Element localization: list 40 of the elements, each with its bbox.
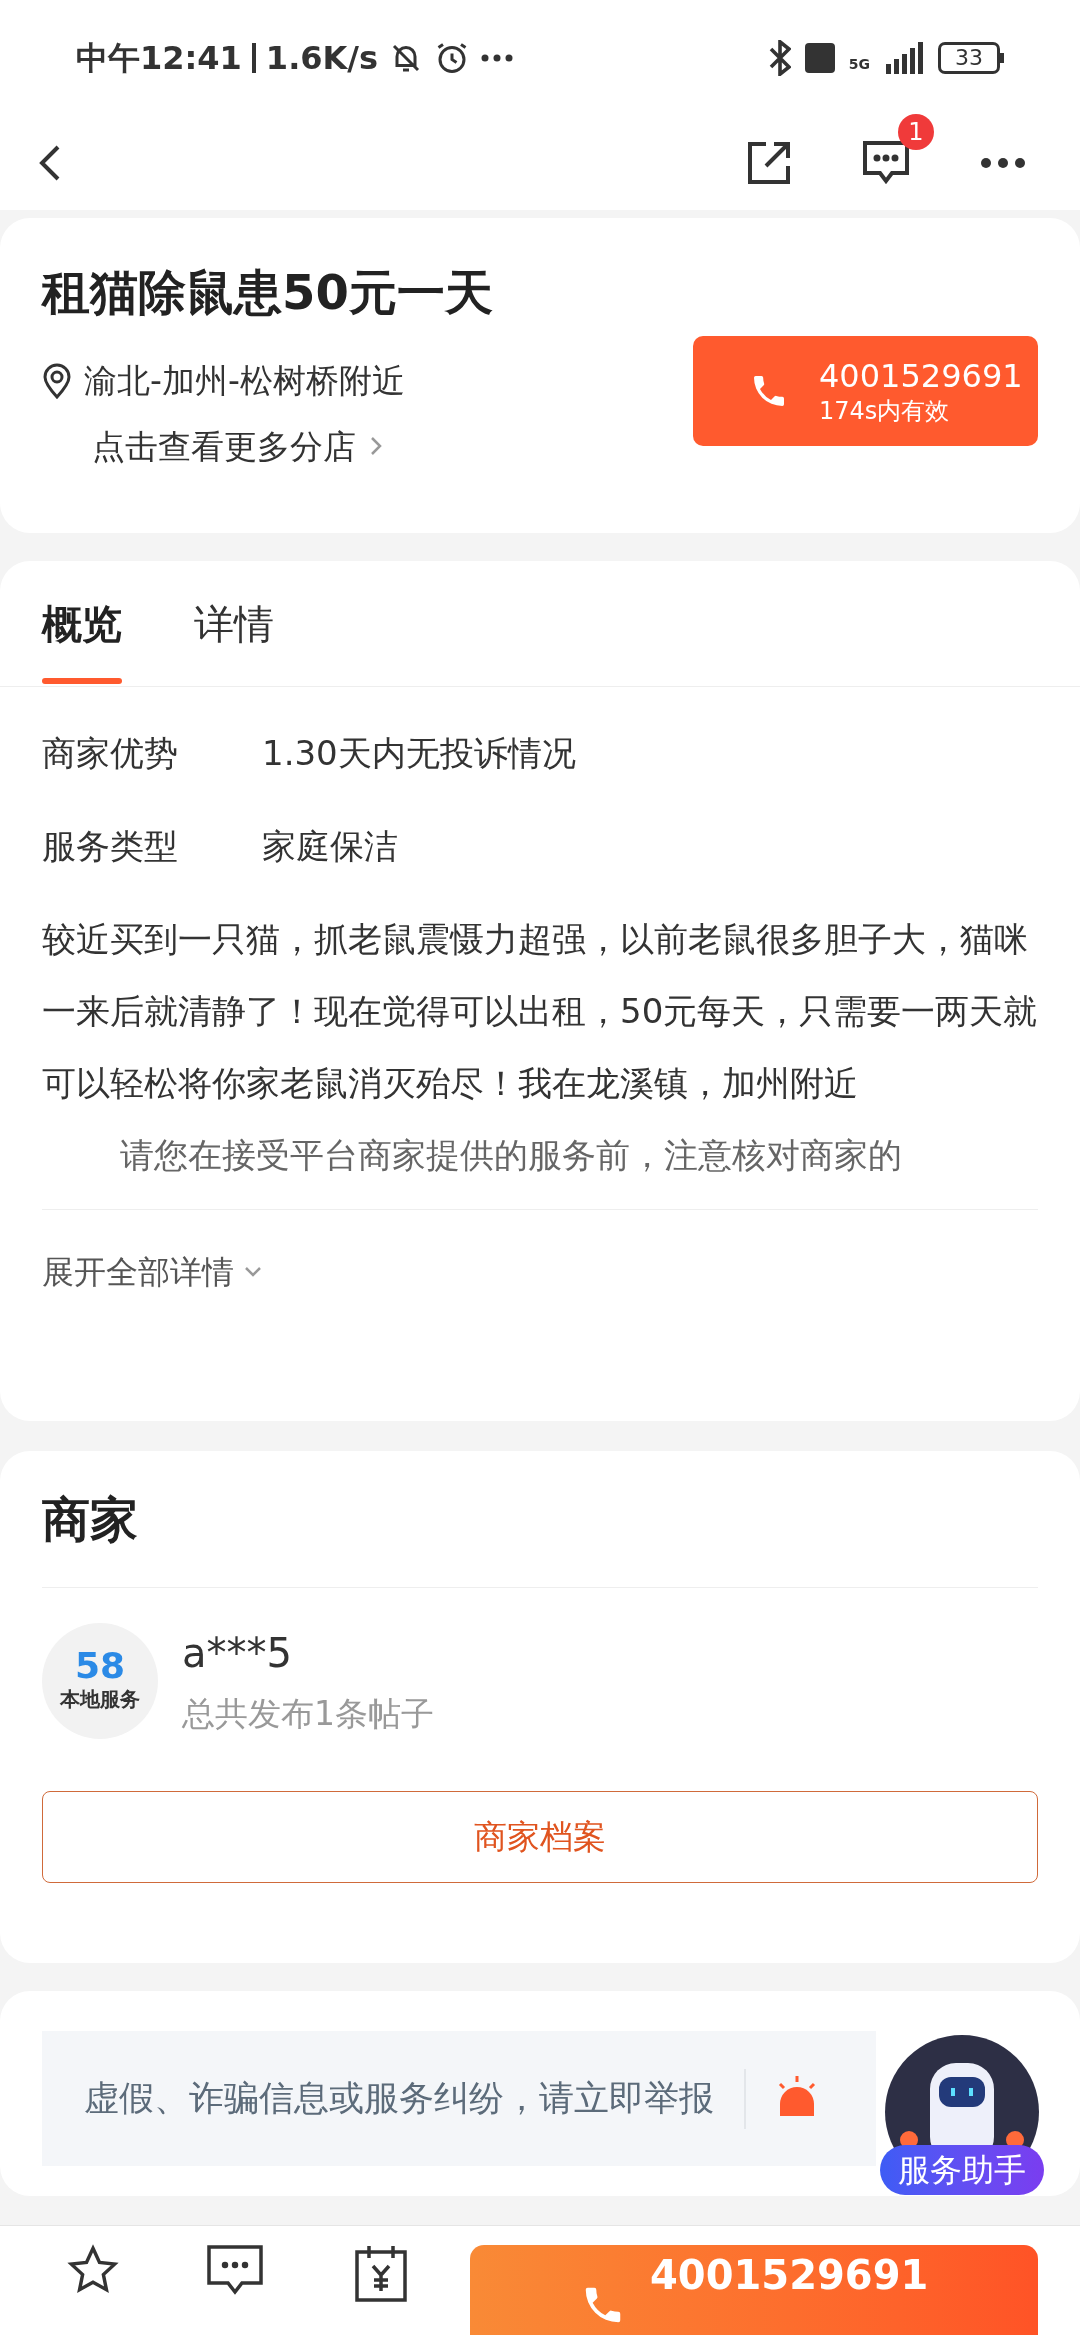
share-icon[interactable] [746,139,792,186]
notice-text: 请您在接受平台商家提供的服务前，注意核对商家的 [119,1134,903,1177]
chevron-down-icon [244,1265,262,1278]
field-label: 商家优势 [42,732,179,775]
detail-tab[interactable]: 概览 [42,561,122,686]
bottom-call-number: 4001529691 [650,2255,929,2295]
location-text: 渝北-加州-松树桥附近 [84,360,405,402]
price-calendar-icon[interactable] [354,2244,408,2302]
more-icon[interactable] [980,156,1026,169]
detail-tab[interactable]: 详情 [194,561,274,686]
branches-link[interactable]: 点击查看更多分店 [92,421,356,471]
assistant-label[interactable]: 服务助手 [880,2145,1044,2195]
bluetooth-icon [768,39,791,76]
call-number: 4001529691 [819,356,1023,396]
star-icon[interactable] [66,2244,120,2296]
call-validity: 174s内有效 [819,396,950,426]
profile-button[interactable]: 商家档案 [42,1791,1038,1883]
description-text: 较近买到一只猫，抓老鼠震慑力超强，以前老鼠很多胆子大，猫咪一来后就清静了！现在觉得可以出租，50元每天，只需要一两天就可以轻松将你家老鼠消灭殆尽！我在龙溪镇，加州附近 [42,918,1038,1105]
signal-icon [884,41,924,74]
network-type: 5G [848,54,870,74]
message-badge: 1 [898,113,934,150]
report-text: 虚假、诈骗信息或服务纠纷，请立即举报 [84,2077,714,2121]
field-value: 1.30天内无投诉情况 [262,732,576,775]
report-bar[interactable]: 虚假、诈骗信息或服务纠纷，请立即举报 [42,2031,876,2166]
merchant-name: a***5 [182,1629,293,1679]
field-value: 家庭保洁 [262,825,398,868]
field-label: 服务类型 [42,825,179,868]
status-time: 中午12:41 [76,37,242,79]
chevron-right-icon [370,436,382,457]
more-icon [480,52,515,63]
expand-link[interactable]: 展开全部详情 [42,1247,234,1296]
merchant-heading: 商家 [42,1490,138,1549]
call-button[interactable]: 4001529691 174s内有效 [693,336,1038,446]
message-icon[interactable] [862,139,910,186]
location-icon [42,362,72,399]
merchant-avatar: 58 本地服务 [42,1623,158,1739]
bottom-call-button[interactable]: 4001529691 [470,2245,1038,2335]
listing-title: 租猫除鼠患50元一天 [42,268,494,316]
post-count: 总共发布1条帖子 [182,1693,434,1736]
network-speed: 1.6K/s [265,37,379,79]
